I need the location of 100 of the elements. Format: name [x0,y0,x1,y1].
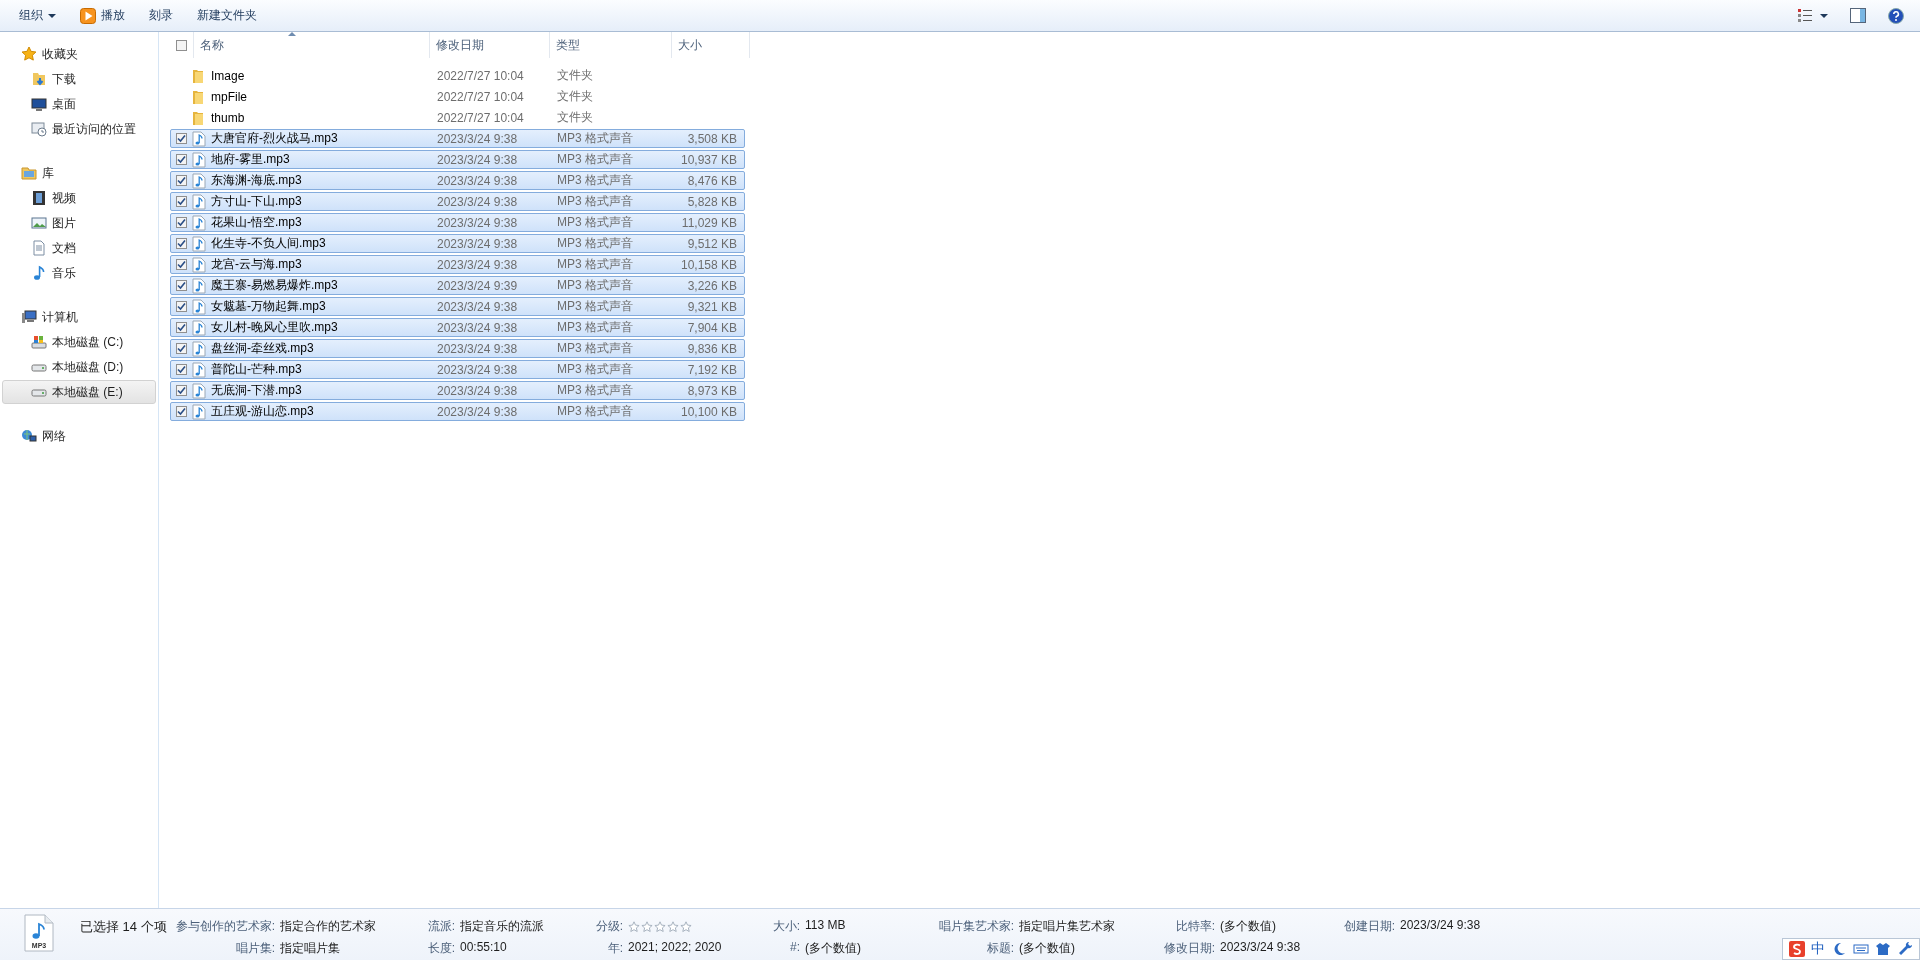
file-row[interactable]: 盘丝洞-牵丝戏.mp3 2023/3/24 9:38 MP3 格式声音 9,836 KB [170,339,745,358]
audio-file-icon [191,130,207,147]
property-label: 流派: [426,918,455,935]
audio-file-icon [191,382,207,399]
row-checkbox[interactable] [175,196,187,207]
property-value[interactable]: 指定唱片集艺术家 [1019,918,1150,935]
column-header[interactable]: 类型 [550,32,672,58]
row-checkbox[interactable] [175,133,187,144]
sidebar-item[interactable]: 桌面 [2,92,156,116]
property-value[interactable]: 2023/3/24 9:38 [1220,940,1330,957]
picture-icon [31,215,47,231]
file-name: 五庄观-游山恋.mp3 [211,403,314,420]
date-cell-text: 2022/7/27 10:04 [436,68,525,83]
row-checkbox[interactable] [175,217,187,228]
file-row[interactable]: thumb 2022/7/27 10:04 文件夹 [170,108,745,127]
property-value[interactable]: 指定合作的艺术家 [280,918,415,935]
preview-pane-button[interactable] [1848,5,1868,26]
property-value[interactable]: 2021; 2022; 2020 [628,940,750,957]
property-value[interactable]: (多个数值) [1220,918,1330,935]
file-row[interactable]: 女魃墓-万物起舞.mp3 2023/3/24 9:38 MP3 格式声音 9,321 KB [170,297,745,316]
type-cell-text: MP3 格式声音 [557,256,634,273]
file-row[interactable]: 龙宫-云与海.mp3 2023/3/24 9:38 MP3 格式声音 10,158 KB [170,255,745,274]
property-value[interactable]: 指定唱片集 [280,940,415,957]
size-cell-text: 7,192 KB [686,362,738,377]
select-all-checkbox[interactable] [176,39,187,51]
property-label: 标题: [985,940,1014,957]
property-value[interactable]: 00:55:10 [460,940,583,957]
column-header[interactable]: 名称 [194,32,430,58]
sidebar-item[interactable]: 本地磁盘 (C:) [2,330,156,354]
row-checkbox[interactable] [175,322,187,333]
row-checkbox[interactable] [175,364,187,375]
audio-file-icon [191,235,207,252]
sidebar-group-header[interactable]: 库 [2,161,156,185]
property-value[interactable]: (多个数值) [805,940,924,957]
date-cell-text: 2023/3/24 9:38 [436,362,519,377]
audio-file-icon [191,256,207,273]
file-row[interactable]: 花果山-悟空.mp3 2023/3/24 9:38 MP3 格式声音 11,029 KB [170,213,745,232]
row-checkbox[interactable] [175,385,187,396]
property-value[interactable]: 指定音乐的流派 [460,918,583,935]
date-cell-text: 2023/3/24 9:38 [436,194,519,209]
property-value[interactable]: (多个数值) [1019,940,1150,957]
row-checkbox[interactable] [175,280,187,291]
file-row[interactable]: Image 2022/7/27 10:04 文件夹 [170,66,745,85]
size-cell-text: 11,029 KB [680,215,738,230]
property-value[interactable]: 2023/3/24 9:38 [1400,918,1530,957]
type-cell-text: MP3 格式声音 [557,361,634,378]
help-button[interactable] [1886,5,1906,26]
library-folder-icon [21,165,37,181]
audio-file-icon [191,214,207,231]
file-row[interactable]: 方寸山-下山.mp3 2023/3/24 9:38 MP3 格式声音 5,828 KB [170,192,745,211]
sidebar-item[interactable]: 文档 [2,236,156,260]
music-note-icon [31,265,47,281]
sidebar-group-header[interactable]: 计算机 [2,305,156,329]
row-checkbox[interactable] [175,175,187,186]
column-header[interactable]: 大小 [672,32,750,58]
row-checkbox[interactable] [175,301,187,312]
toolbar-button[interactable]: 组织 [10,3,65,28]
star-icon [654,920,666,933]
sidebar-item[interactable]: 下载 [2,67,156,91]
toolbar-button[interactable]: 播放 [71,3,134,28]
sidebar-item[interactable]: 音乐 [2,261,156,285]
size-cell-text: 3,226 KB [686,278,738,293]
file-row[interactable]: 大唐官府-烈火战马.mp3 2023/3/24 9:38 MP3 格式声音 3,508 KB [170,129,745,148]
recent-places-icon [31,121,47,137]
sidebar-item[interactable]: 本地磁盘 (E:) [2,380,156,404]
file-row[interactable]: 女儿村-晚风心里吹.mp3 2023/3/24 9:38 MP3 格式声音 7,904 KB [170,318,745,337]
file-row[interactable]: 五庄观-游山恋.mp3 2023/3/24 9:38 MP3 格式声音 10,100 KB [170,402,745,421]
toolbar-button[interactable]: 刻录 [140,3,182,28]
sidebar-item[interactable]: 最近访问的位置 [2,117,156,141]
property-value[interactable]: 113 MB [805,918,924,935]
details-view-icon [1798,7,1814,24]
audio-file-icon [191,193,207,210]
date-cell-text: 2023/3/24 9:38 [436,404,519,419]
sidebar-item[interactable]: 图片 [2,211,156,235]
star-icon [667,920,679,933]
file-name: 女儿村-晚风心里吹.mp3 [211,319,338,336]
column-header[interactable]: 修改日期 [430,32,550,58]
row-checkbox[interactable] [175,406,187,417]
file-row[interactable]: 无底洞-下潜.mp3 2023/3/24 9:38 MP3 格式声音 8,973 KB [170,381,745,400]
file-row[interactable]: 化生寺-不负人间.mp3 2023/3/24 9:38 MP3 格式声音 9,512 KB [170,234,745,253]
row-checkbox[interactable] [175,343,187,354]
file-row[interactable]: 地府-雾里.mp3 2023/3/24 9:38 MP3 格式声音 10,937 KB [170,150,745,169]
property-label: 年: [606,940,623,957]
sidebar-item[interactable]: 视频 [2,186,156,210]
system-drive-icon [31,334,47,350]
file-row[interactable]: mpFile 2022/7/27 10:04 文件夹 [170,87,745,106]
row-checkbox[interactable] [175,238,187,249]
row-checkbox[interactable] [175,154,187,165]
file-row[interactable]: 东海渊-海底.mp3 2023/3/24 9:38 MP3 格式声音 8,476 KB [170,171,745,190]
sidebar-group-header[interactable]: 收藏夹 [2,42,156,66]
sidebar-group-header[interactable]: 网络 [2,424,156,448]
toolbar-button[interactable]: 新建文件夹 [188,3,266,28]
file-row[interactable]: 普陀山-芒种.mp3 2023/3/24 9:38 MP3 格式声音 7,192 KB [170,360,745,379]
type-cell-text: MP3 格式声音 [557,214,634,231]
file-row[interactable]: 魔王寨-易燃易爆炸.mp3 2023/3/24 9:39 MP3 格式声音 3,226 KB [170,276,745,295]
sidebar-item[interactable]: 本地磁盘 (D:) [2,355,156,379]
date-cell-text: 2023/3/24 9:39 [436,278,519,293]
star-icon [21,46,37,62]
property-label: 大小: [771,918,800,935]
row-checkbox[interactable] [175,259,187,270]
